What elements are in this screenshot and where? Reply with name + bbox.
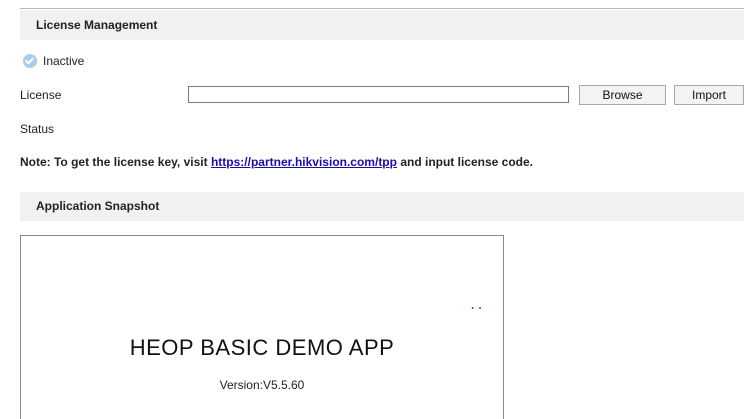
license-note: Note: To get the license key, visit http… [20, 155, 533, 169]
application-snapshot-title: Application Snapshot [36, 199, 160, 213]
top-divider [20, 8, 744, 9]
browse-button[interactable]: Browse [579, 85, 666, 105]
app-name: HEOP BASIC DEMO APP [129, 335, 395, 360]
status-label: Status [20, 122, 55, 136]
license-state-text: Inactive [43, 54, 85, 68]
application-snapshot-header: Application Snapshot [20, 192, 744, 221]
import-button[interactable]: Import [674, 85, 744, 105]
partner-link[interactable]: https://partner.hikvision.com/tpp [211, 155, 397, 169]
snapshot-preview: .. HEOP BASIC DEMO APP Version:V5.5.60 [20, 235, 504, 419]
note-prefix: Note: To get the license key, visit [20, 155, 211, 169]
snapshot-dots: .. [471, 298, 486, 312]
note-suffix: and input license code. [396, 155, 534, 169]
license-management-header: License Management [20, 10, 744, 40]
license-label: License [20, 88, 62, 102]
license-management-title: License Management [36, 18, 158, 32]
license-state: Inactive [23, 52, 84, 70]
app-version: Version:V5.5.60 [219, 378, 305, 392]
license-file-input[interactable] [188, 86, 569, 103]
check-circle-icon [23, 54, 37, 68]
